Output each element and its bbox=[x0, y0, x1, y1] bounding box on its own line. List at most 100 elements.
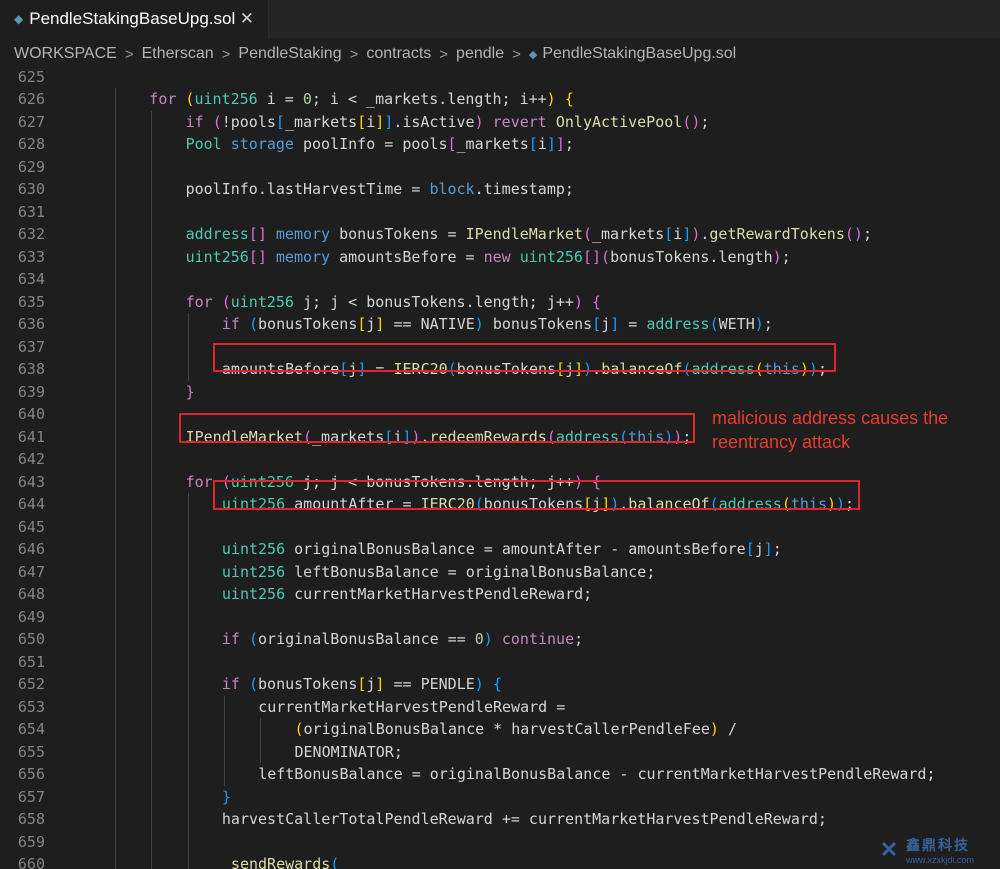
code-token: [ bbox=[275, 112, 285, 131]
code-token: address bbox=[555, 427, 620, 446]
line-number[interactable]: 657 bbox=[0, 786, 45, 809]
breadcrumb-item-etherscan[interactable]: Etherscan bbox=[142, 45, 214, 63]
code-token: [] bbox=[582, 247, 602, 266]
line-number[interactable]: 638 bbox=[0, 358, 45, 381]
breadcrumb-separator: > bbox=[349, 45, 359, 63]
line-number[interactable]: 653 bbox=[0, 696, 45, 719]
code-token: ( bbox=[212, 112, 222, 131]
line-number[interactable]: 627 bbox=[0, 111, 45, 134]
code-token: bonusTokens bbox=[483, 495, 584, 513]
line-number[interactable]: 637 bbox=[0, 336, 45, 359]
code-token: [ bbox=[447, 135, 457, 153]
line-number[interactable]: 656 bbox=[0, 763, 45, 786]
code-token: ( bbox=[294, 720, 304, 738]
line-number[interactable]: 631 bbox=[0, 201, 45, 224]
code-text: harvestCallerTotalPendleReward += curren… bbox=[222, 808, 827, 831]
line-number[interactable]: 651 bbox=[0, 651, 45, 674]
code-token: [ bbox=[745, 540, 755, 558]
code-token: ) bbox=[474, 112, 484, 131]
line-number[interactable]: 630 bbox=[0, 178, 45, 201]
code-token: ( bbox=[709, 495, 719, 513]
code-token: uint256 bbox=[230, 472, 294, 491]
code-token: bonusTokens bbox=[258, 315, 358, 333]
line-number[interactable]: 633 bbox=[0, 246, 45, 269]
code-token: memory bbox=[275, 247, 340, 266]
code-text: poolInfo.lastHarvestTime = block.timesta… bbox=[186, 178, 574, 201]
code-token: ) bbox=[772, 247, 782, 266]
line-number[interactable]: 647 bbox=[0, 561, 45, 584]
code-token: bonusTokens bbox=[456, 360, 557, 378]
tab-title: PendleStakingBaseUpg.sol bbox=[29, 9, 236, 28]
code-token: uint256 bbox=[221, 562, 286, 581]
line-number[interactable]: 643 bbox=[0, 471, 45, 494]
line-number[interactable]: 645 bbox=[0, 516, 45, 539]
code-token: revert bbox=[492, 112, 556, 131]
line-number[interactable]: 646 bbox=[0, 538, 45, 561]
code-token: originalBonusBalance = amountAfter - amo… bbox=[285, 540, 746, 558]
line-number[interactable]: 636 bbox=[0, 313, 45, 336]
line-number[interactable]: 649 bbox=[0, 606, 45, 629]
line-number[interactable]: 642 bbox=[0, 448, 45, 471]
line-number[interactable]: 641 bbox=[0, 426, 45, 449]
code-token: ; bbox=[682, 427, 692, 446]
code-token: balanceOf bbox=[601, 360, 683, 378]
breadcrumb-item-contracts[interactable]: contracts bbox=[366, 45, 431, 63]
breadcrumb-item-pendlestaking[interactable]: PendleStaking bbox=[238, 45, 341, 63]
line-number[interactable]: 628 bbox=[0, 133, 45, 156]
code-token: originalBonusBalance * harvestCallerPend… bbox=[303, 720, 710, 738]
code-token: if bbox=[221, 630, 249, 648]
code-token: j; j < bonusTokens.length; j++ bbox=[293, 472, 574, 491]
line-number[interactable]: 626 bbox=[0, 88, 45, 111]
breadcrumb-item-file[interactable]: PendleStakingBaseUpg.sol bbox=[542, 45, 736, 63]
code-token: memory bbox=[275, 225, 340, 243]
code-token: ) bbox=[573, 292, 583, 311]
code-token: for bbox=[185, 472, 222, 491]
code-token: ) bbox=[546, 90, 556, 108]
code-token: [ bbox=[528, 135, 538, 153]
code-text: } bbox=[222, 786, 231, 809]
line-number[interactable]: 658 bbox=[0, 808, 45, 831]
code-token: [ bbox=[357, 112, 367, 131]
code-text: Pool storage poolInfo = pools[_markets[i… bbox=[186, 133, 574, 156]
breadcrumb-item-workspace[interactable]: WORKSPACE bbox=[14, 45, 117, 63]
code-token: [] bbox=[248, 225, 267, 243]
line-number[interactable]: 635 bbox=[0, 291, 45, 314]
line-number[interactable]: 632 bbox=[0, 223, 45, 246]
code-token: . bbox=[619, 495, 629, 513]
code-token: { bbox=[492, 675, 502, 693]
line-number[interactable]: 655 bbox=[0, 741, 45, 764]
line-number[interactable]: 634 bbox=[0, 268, 45, 291]
code-editor[interactable]: 625 626 for (uint256 i = 0; i < _markets.l… bbox=[0, 70, 1000, 869]
line-number[interactable]: 648 bbox=[0, 583, 45, 606]
code-line: 655 DENOMINATOR; bbox=[0, 741, 1000, 764]
code-token: address bbox=[691, 360, 755, 378]
line-number[interactable]: 652 bbox=[0, 673, 45, 696]
line-number[interactable]: 660 bbox=[0, 853, 45, 869]
line-number[interactable]: 625 bbox=[0, 70, 45, 88]
code-text: if (bonusTokens[j] == NATIVE) bonusToken… bbox=[222, 313, 773, 336]
code-token: address bbox=[646, 315, 710, 333]
code-token: ; bbox=[564, 135, 574, 153]
line-number[interactable]: 639 bbox=[0, 381, 45, 404]
line-number[interactable]: 654 bbox=[0, 718, 45, 741]
code-token: ) bbox=[836, 495, 846, 513]
code-token: == PENDLE bbox=[384, 675, 475, 693]
line-number[interactable]: 629 bbox=[0, 156, 45, 179]
breadcrumb-item-pendle[interactable]: pendle bbox=[456, 45, 504, 63]
line-number[interactable]: 659 bbox=[0, 831, 45, 854]
code-token: uint256 bbox=[185, 247, 249, 266]
code-token: i bbox=[673, 225, 683, 243]
tab-file[interactable]: ◆ PendleStakingBaseUpg.sol ✕ bbox=[0, 0, 269, 38]
line-number[interactable]: 640 bbox=[0, 403, 45, 426]
close-icon[interactable]: ✕ bbox=[240, 9, 254, 29]
code-token: = bbox=[366, 360, 394, 378]
line-number[interactable]: 650 bbox=[0, 628, 45, 651]
line-number[interactable]: 644 bbox=[0, 493, 45, 516]
code-text: currentMarketHarvestPendleReward = bbox=[258, 696, 565, 719]
code-token: [ bbox=[556, 360, 566, 378]
code-text: if (bonusTokens[j] == PENDLE) { bbox=[222, 673, 502, 696]
code-line: 654 (originalBonusBalance * harvestCaller… bbox=[0, 718, 1000, 741]
